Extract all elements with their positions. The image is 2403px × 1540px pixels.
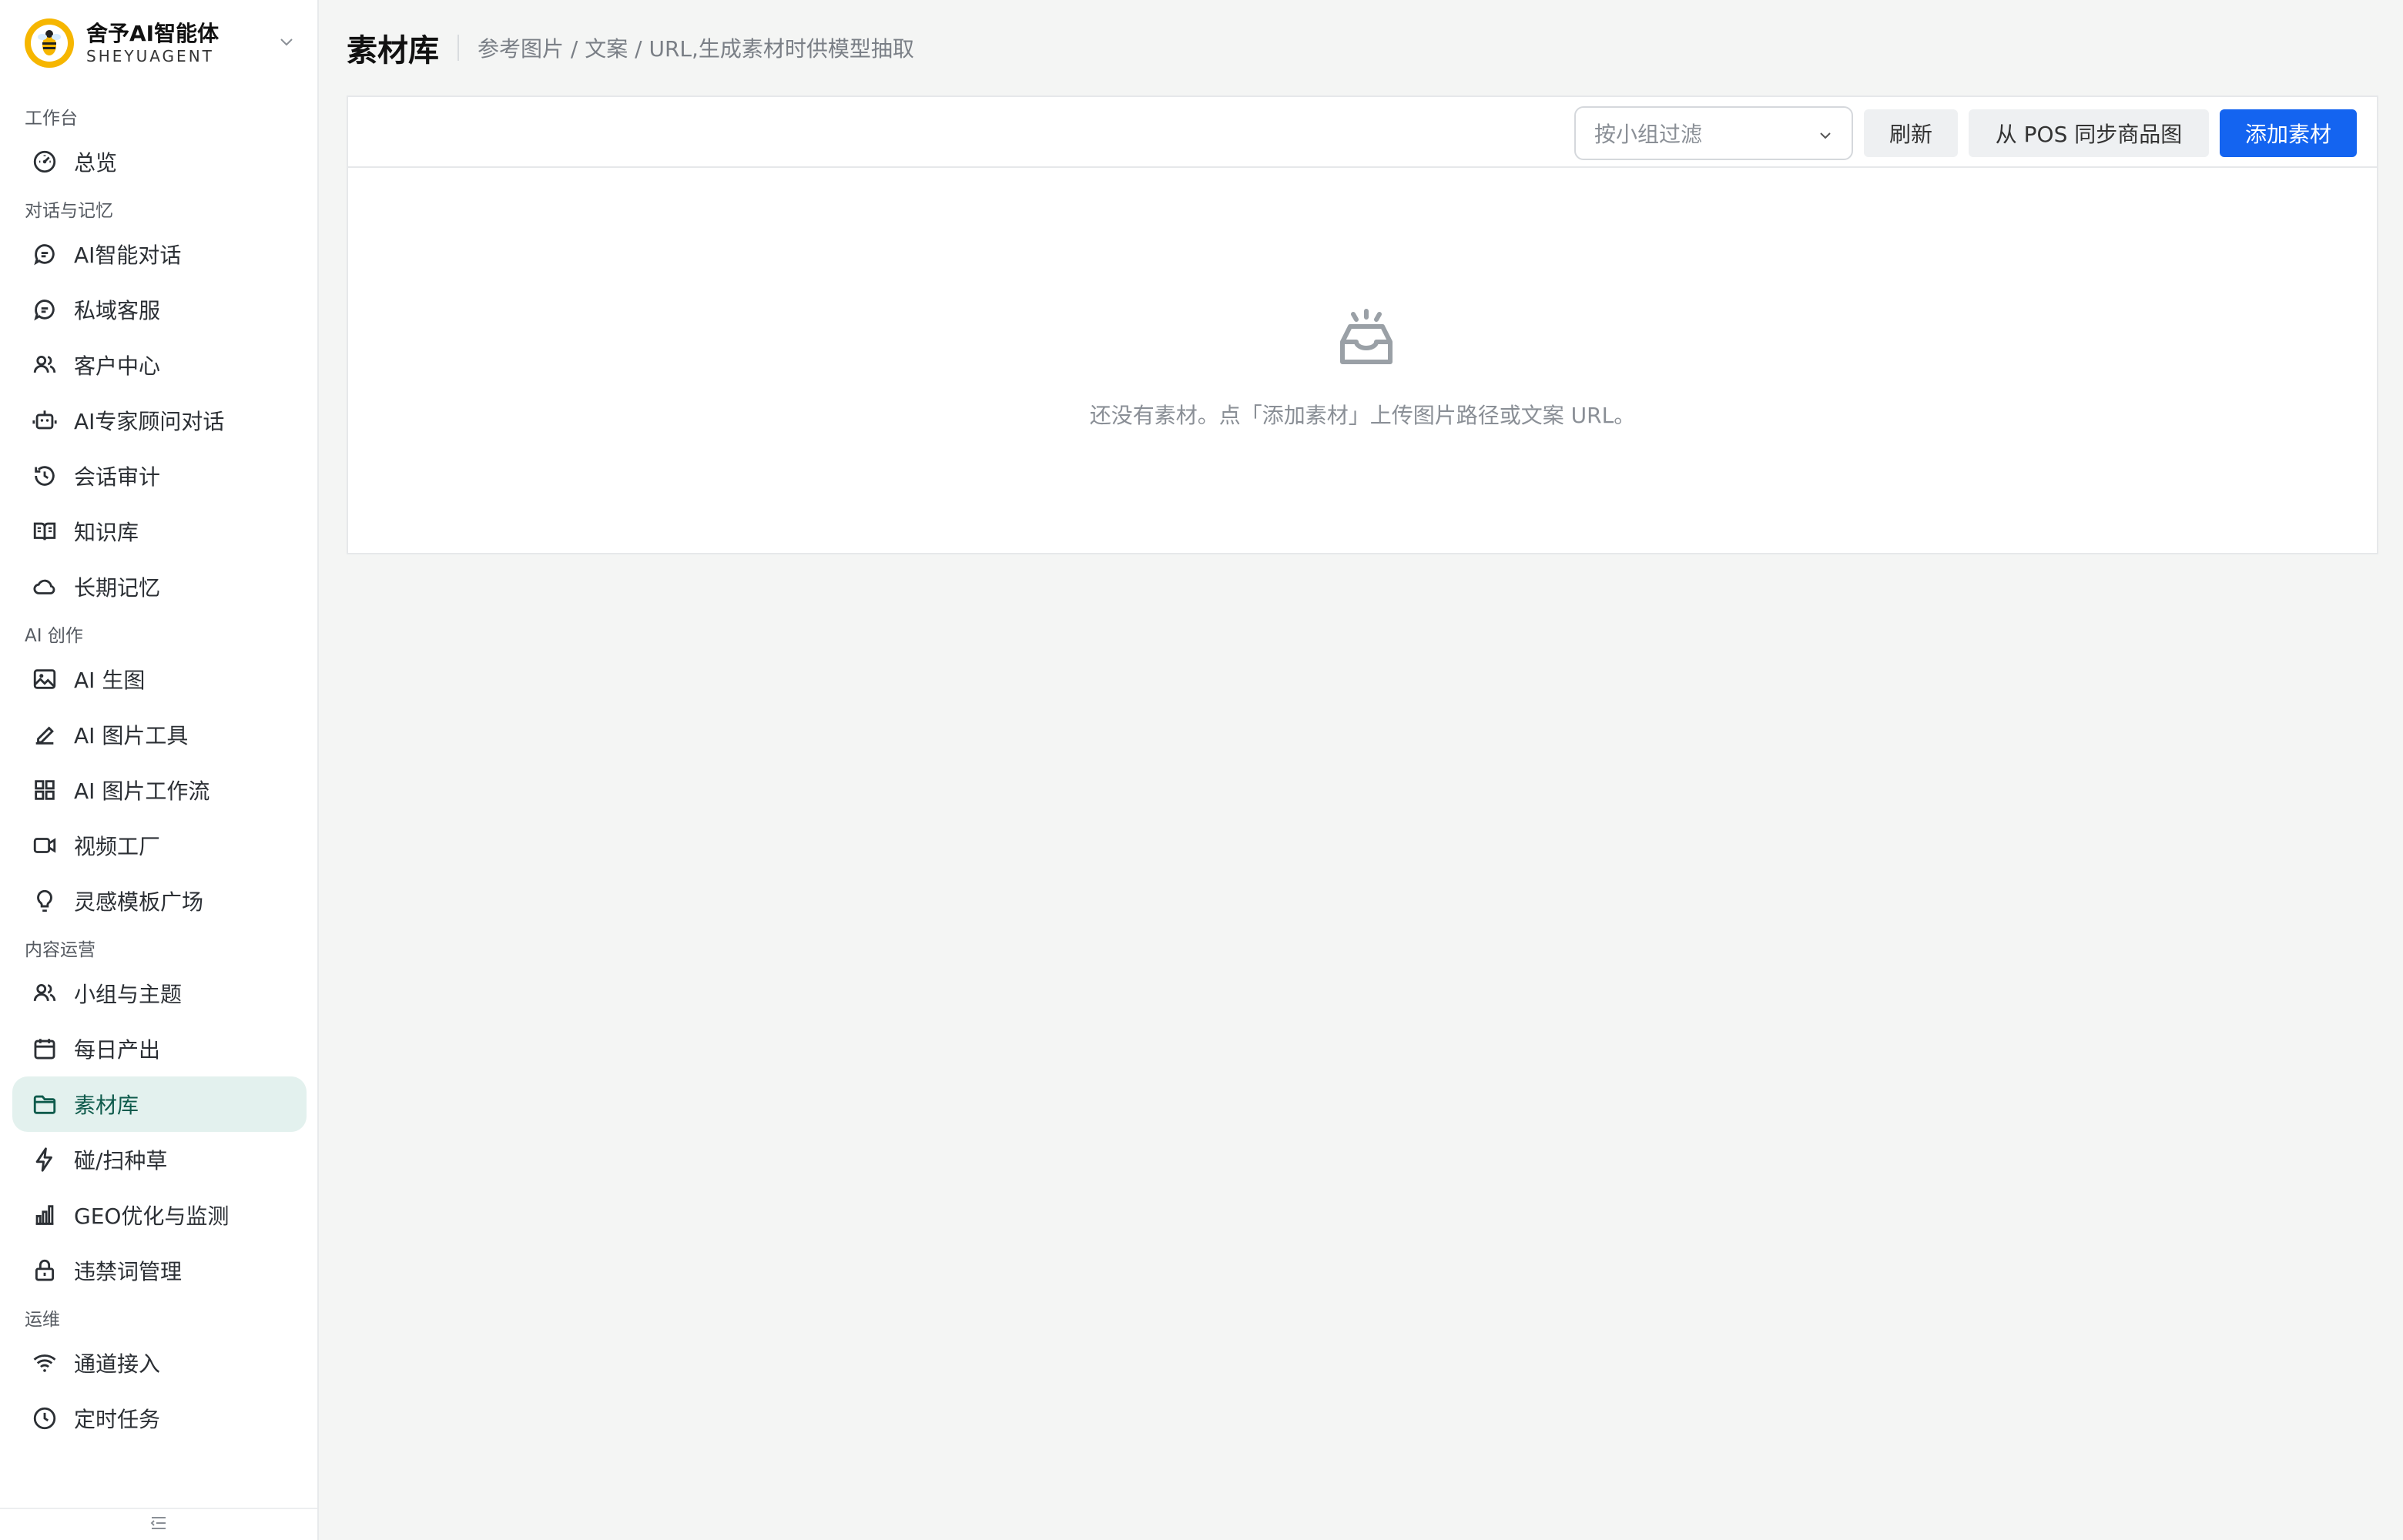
users-icon bbox=[31, 979, 59, 1007]
lock-icon bbox=[31, 1257, 59, 1284]
calendar-icon bbox=[31, 1035, 59, 1063]
sync-pos-button[interactable]: 从 POS 同步商品图 bbox=[1969, 109, 2209, 157]
sidebar-item-2-1[interactable]: AI 图片工具 bbox=[12, 707, 307, 762]
chat-icon bbox=[31, 240, 59, 268]
sidebar-item-1-4[interactable]: 会话审计 bbox=[12, 448, 307, 504]
sidebar-section-title: AI 创作 bbox=[25, 626, 83, 646]
sidebar-item-label: GEO优化与监测 bbox=[74, 1204, 230, 1229]
chat-icon bbox=[31, 296, 59, 323]
lightbulb-icon bbox=[31, 887, 59, 915]
header-divider bbox=[457, 35, 459, 61]
sidebar-item-1-3[interactable]: AI专家顾问对话 bbox=[12, 393, 307, 448]
materials-card: 按小组过滤 刷新 从 POS 同步商品图 添加素材 还没有素材。点「添加素材」上… bbox=[347, 95, 2378, 554]
sidebar-item-label: 小组与主题 bbox=[74, 982, 183, 1007]
sidebar-item-label: 视频工厂 bbox=[74, 834, 161, 859]
sidebar-item-1-0[interactable]: AI智能对话 bbox=[12, 226, 307, 282]
sidebar-item-label: 会话审计 bbox=[74, 464, 161, 490]
page-header: 素材库 参考图片 / 文案 / URL,生成素材时供模型抽取 bbox=[347, 23, 914, 72]
collapse-icon bbox=[149, 1515, 168, 1534]
sidebar-item-label: 总览 bbox=[74, 150, 118, 176]
bee-logo-icon bbox=[25, 18, 74, 68]
grid-icon bbox=[31, 776, 59, 804]
pen-icon bbox=[31, 721, 59, 748]
sidebar-item-label: AI 图片工作流 bbox=[74, 778, 210, 804]
brand-switcher[interactable]: 舍予AI智能体 SHEYUAGENT bbox=[25, 15, 302, 71]
folder-icon bbox=[31, 1090, 59, 1118]
sidebar-item-2-4[interactable]: 灵感模板广场 bbox=[12, 873, 307, 929]
image-icon bbox=[31, 665, 59, 693]
sidebar-item-3-3[interactable]: 碰/扫种草 bbox=[12, 1132, 307, 1187]
sidebar-item-label: 违禁词管理 bbox=[74, 1259, 183, 1284]
sidebar-item-label: 通道接入 bbox=[74, 1351, 161, 1377]
empty-state: 还没有素材。点「添加素材」上传图片路径或文案 URL。 bbox=[348, 168, 2377, 553]
bar-chart-icon bbox=[31, 1201, 59, 1229]
sidebar-item-label: 客户中心 bbox=[74, 353, 161, 379]
sidebar-item-label: AI 生图 bbox=[74, 668, 146, 693]
sidebar-item-2-3[interactable]: 视频工厂 bbox=[12, 818, 307, 873]
toolbar: 按小组过滤 刷新 从 POS 同步商品图 添加素材 bbox=[348, 97, 2377, 168]
empty-message: 还没有素材。点「添加素材」上传图片路径或文案 URL。 bbox=[1089, 403, 1636, 428]
sidebar-section-title: 对话与记忆 bbox=[25, 201, 113, 221]
inbox-icon bbox=[1332, 306, 1401, 376]
brand-subtitle: SHEYUAGENT bbox=[86, 47, 214, 65]
sidebar-item-2-0[interactable]: AI 生图 bbox=[12, 651, 307, 707]
group-filter-select[interactable]: 按小组过滤 bbox=[1574, 106, 1853, 160]
robot-icon bbox=[31, 407, 59, 434]
chevron-down-icon bbox=[1816, 125, 1835, 150]
video-icon bbox=[31, 832, 59, 859]
history-icon bbox=[31, 462, 59, 490]
sidebar-item-1-6[interactable]: 长期记忆 bbox=[12, 559, 307, 614]
sidebar-section-title: 运维 bbox=[25, 1310, 60, 1330]
sidebar-item-label: 每日产出 bbox=[74, 1037, 161, 1063]
sidebar-item-1-1[interactable]: 私域客服 bbox=[12, 282, 307, 337]
sidebar-item-2-2[interactable]: AI 图片工作流 bbox=[12, 762, 307, 818]
sidebar-item-3-1[interactable]: 每日产出 bbox=[12, 1021, 307, 1076]
page-subtitle: 参考图片 / 文案 / URL,生成素材时供模型抽取 bbox=[478, 36, 914, 62]
sidebar-item-label: AI智能对话 bbox=[74, 243, 182, 268]
sidebar-item-label: 素材库 bbox=[74, 1093, 139, 1118]
sidebar-item-3-5[interactable]: 违禁词管理 bbox=[12, 1243, 307, 1298]
sidebar-item-1-5[interactable]: 知识库 bbox=[12, 504, 307, 559]
sidebar-item-0-0[interactable]: 总览 bbox=[12, 134, 307, 189]
refresh-button[interactable]: 刷新 bbox=[1864, 109, 1958, 157]
group-filter-placeholder: 按小组过滤 bbox=[1594, 122, 1703, 147]
sidebar-item-label: 定时任务 bbox=[74, 1407, 161, 1432]
collapse-sidebar-button[interactable] bbox=[0, 1508, 317, 1540]
sidebar: 舍予AI智能体 SHEYUAGENT 工作台总览对话与记忆 AI智能对话 私域客服客… bbox=[0, 0, 319, 1540]
sidebar-section-title: 内容运营 bbox=[25, 940, 96, 960]
sidebar-item-label: 长期记忆 bbox=[74, 575, 161, 601]
cloud-icon bbox=[31, 573, 59, 601]
sidebar-item-label: 知识库 bbox=[74, 520, 139, 545]
sidebar-item-3-4[interactable]: GEO优化与监测 bbox=[12, 1187, 307, 1243]
add-material-button[interactable]: 添加素材 bbox=[2220, 109, 2357, 157]
sidebar-item-label: AI 图片工具 bbox=[74, 723, 189, 748]
book-icon bbox=[31, 517, 59, 545]
dashboard-icon bbox=[31, 148, 59, 176]
sidebar-item-label: 灵感模板广场 bbox=[74, 889, 204, 915]
sidebar-section-title: 工作台 bbox=[25, 109, 78, 129]
page-title: 素材库 bbox=[347, 33, 439, 69]
users-icon bbox=[31, 351, 59, 379]
bolt-icon bbox=[31, 1146, 59, 1173]
sidebar-item-label: 碰/扫种草 bbox=[74, 1148, 168, 1173]
sidebar-item-3-0[interactable]: 小组与主题 bbox=[12, 966, 307, 1021]
chevron-down-icon[interactable] bbox=[277, 32, 296, 54]
sidebar-item-3-2[interactable]: 素材库 bbox=[12, 1076, 307, 1132]
sidebar-item-4-0[interactable]: 通道接入 bbox=[12, 1335, 307, 1391]
clock-icon bbox=[31, 1404, 59, 1432]
brand-name: 舍予AI智能体 bbox=[86, 21, 220, 46]
sidebar-nav: 工作台总览对话与记忆 AI智能对话 私域客服客户中心 AI专家顾问对话 会话审计知识库长… bbox=[0, 97, 319, 1446]
sidebar-item-label: AI专家顾问对话 bbox=[74, 409, 225, 434]
sidebar-item-1-2[interactable]: 客户中心 bbox=[12, 337, 307, 393]
wifi-icon bbox=[31, 1349, 59, 1377]
sidebar-item-label: 私域客服 bbox=[74, 298, 161, 323]
sidebar-item-4-1[interactable]: 定时任务 bbox=[12, 1391, 307, 1446]
